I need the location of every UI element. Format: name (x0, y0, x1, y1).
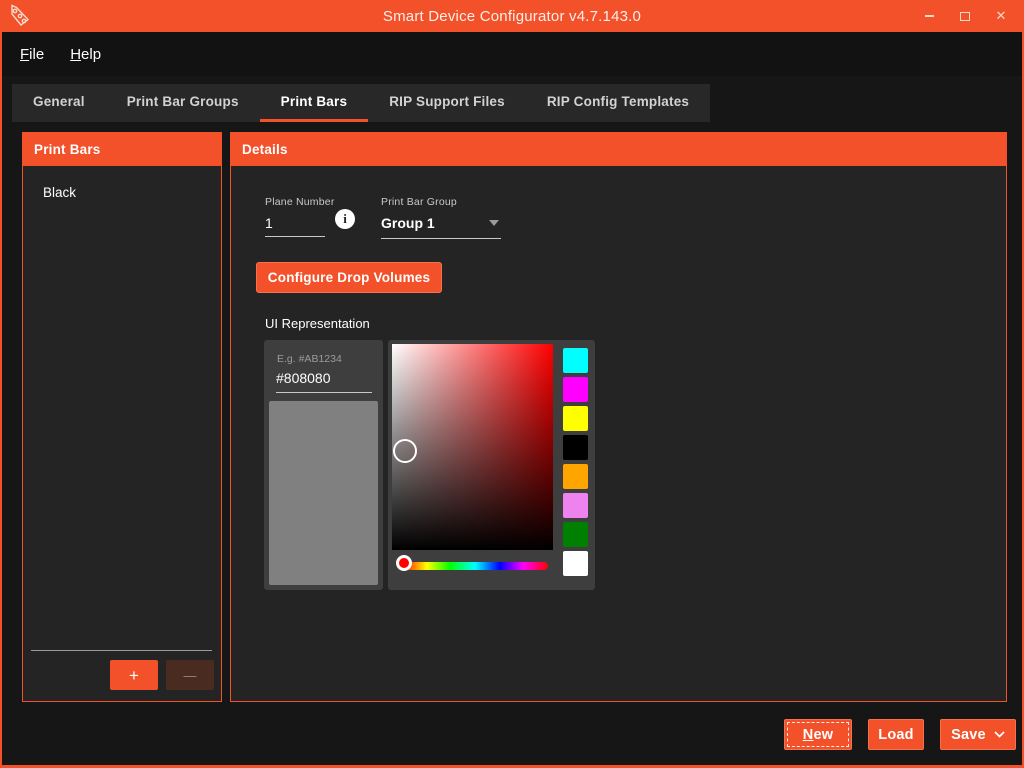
configure-drop-volumes-button[interactable]: Configure Drop Volumes (256, 262, 442, 293)
maximize-button[interactable] (950, 2, 980, 30)
print-bar-group-value: Group 1 (381, 215, 435, 231)
plane-number-input[interactable] (265, 213, 325, 237)
print-bar-group-label: Print Bar Group (381, 196, 501, 208)
ui-representation-label: UI Representation (265, 316, 370, 331)
remove-print-bar-button[interactable]: — (166, 660, 214, 690)
save-button[interactable]: Save (940, 719, 1016, 750)
preset-swatch-orange[interactable] (563, 464, 588, 489)
preset-swatch-green[interactable] (563, 522, 588, 547)
list-divider (31, 650, 212, 651)
color-picker-panel (388, 340, 595, 590)
hex-color-panel: E.g. #AB1234 (264, 340, 383, 590)
print-bar-group-dropdown[interactable]: Group 1 (381, 213, 501, 239)
details-panel-header: Details (231, 133, 1006, 166)
window-title: Smart Device Configurator v4.7.143.0 (0, 8, 1024, 25)
tab-print-bars[interactable]: Print Bars (260, 84, 369, 122)
menu-bar: File Help (2, 32, 1022, 76)
list-item-black[interactable]: Black (23, 166, 221, 200)
saturation-cursor[interactable] (393, 439, 417, 463)
hex-color-input[interactable] (276, 368, 372, 393)
tab-rip-support-files[interactable]: RIP Support Files (368, 84, 526, 122)
preset-swatch-violet[interactable] (563, 493, 588, 518)
menu-file[interactable]: File (12, 42, 52, 67)
title-bar: Smart Device Configurator v4.7.143.0 ✕ (0, 0, 1024, 32)
menu-help[interactable]: Help (62, 42, 109, 67)
preset-swatch-yellow[interactable] (563, 406, 588, 431)
saturation-value-area[interactable] (392, 344, 553, 550)
hue-slider-thumb[interactable] (396, 555, 412, 571)
preset-swatch-black[interactable] (563, 435, 588, 460)
preset-swatch-magenta[interactable] (563, 377, 588, 402)
new-button-label: New (803, 727, 833, 743)
preset-swatch-white[interactable] (563, 551, 588, 576)
plane-number-field: Plane Number (265, 196, 335, 237)
dropdown-arrow-icon (489, 220, 499, 226)
print-bar-group-field: Print Bar Group Group 1 (381, 196, 501, 239)
window-controls: ✕ (914, 0, 1016, 32)
app-window: Smart Device Configurator v4.7.143.0 ✕ F… (0, 0, 1024, 768)
current-color-swatch (269, 401, 378, 585)
print-bars-panel: Print Bars Black + — (22, 132, 222, 702)
load-button[interactable]: Load (868, 719, 924, 750)
minimize-button[interactable] (914, 2, 944, 30)
details-panel: Details Plane Number i Print Bar Group G… (230, 132, 1007, 702)
close-button[interactable]: ✕ (986, 2, 1016, 30)
info-icon[interactable]: i (335, 209, 355, 229)
tab-rip-config-templates[interactable]: RIP Config Templates (526, 84, 710, 122)
new-button[interactable]: New (784, 719, 852, 750)
chevron-down-icon (994, 731, 1005, 738)
load-button-label: Load (878, 727, 913, 743)
save-button-label: Save (951, 727, 986, 743)
plane-number-label: Plane Number (265, 196, 335, 208)
preset-colors (563, 348, 588, 576)
hex-example-label: E.g. #AB1234 (277, 353, 342, 365)
tab-general[interactable]: General (12, 84, 106, 122)
print-bars-panel-header: Print Bars (23, 133, 221, 166)
preset-swatch-cyan[interactable] (563, 348, 588, 373)
tab-print-bar-groups[interactable]: Print Bar Groups (106, 84, 260, 122)
tab-bar: General Print Bar Groups Print Bars RIP … (12, 84, 710, 122)
add-print-bar-button[interactable]: + (110, 660, 158, 690)
hue-slider[interactable] (402, 562, 548, 570)
